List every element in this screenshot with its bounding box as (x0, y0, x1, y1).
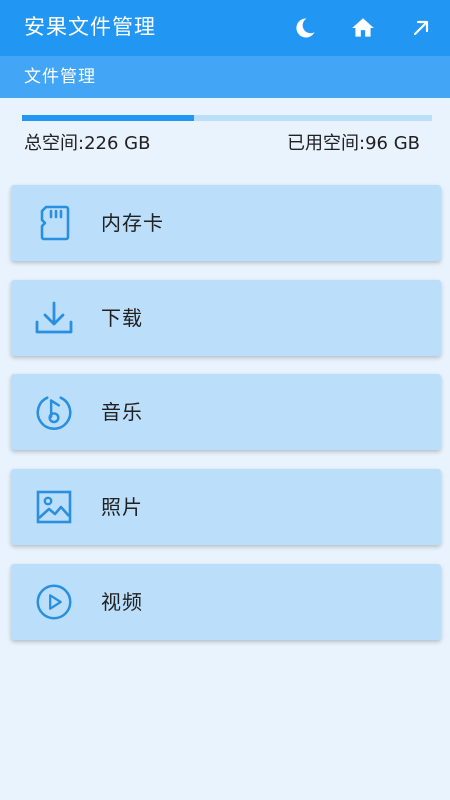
menu-item-download[interactable]: 下载 (11, 280, 441, 356)
total-space: 总空间: 226 GB (24, 131, 150, 157)
app-actions (276, 0, 450, 56)
menu-item-label: 内存卡 (101, 211, 164, 235)
home-button[interactable] (334, 0, 392, 56)
sd-card-icon (40, 205, 70, 241)
menu-item-label: 照片 (101, 495, 143, 519)
storage-progress-bar (22, 115, 432, 121)
storage-info: 总空间: 226 GB 已用空间: 96 GB (24, 131, 420, 157)
used-space-value: 96 GB (365, 133, 420, 154)
menu-item-photos[interactable]: 照片 (11, 469, 441, 545)
menu-item-music[interactable]: 音乐 (11, 374, 441, 450)
menu-item-sd-card[interactable]: 内存卡 (11, 185, 441, 261)
total-space-value: 226 GB (84, 133, 151, 154)
home-icon (352, 18, 374, 37)
total-space-label: 总空间: (24, 133, 85, 154)
menu-item-label: 视频 (101, 590, 143, 614)
play-circle-icon (36, 584, 72, 620)
music-note-icon (36, 396, 72, 430)
download-icon (35, 301, 73, 334)
moon-icon (296, 18, 315, 38)
app-bar: 安果文件管理 (0, 0, 450, 56)
arrow-up-right-icon (413, 20, 429, 36)
night-mode-button[interactable] (276, 0, 334, 56)
menu-item-video[interactable]: 视频 (11, 564, 441, 640)
menu-item-label: 音乐 (101, 400, 143, 424)
app-title: 安果文件管理 (24, 15, 156, 39)
used-space: 已用空间: 96 GB (287, 131, 420, 157)
menu-item-label: 下载 (101, 306, 143, 330)
sub-header: 文件管理 (0, 56, 450, 98)
used-space-label: 已用空间: (286, 133, 366, 154)
open-external-button[interactable] (392, 0, 450, 56)
section-title: 文件管理 (24, 67, 96, 87)
image-icon (36, 490, 72, 524)
storage-progress-fill (22, 115, 195, 121)
